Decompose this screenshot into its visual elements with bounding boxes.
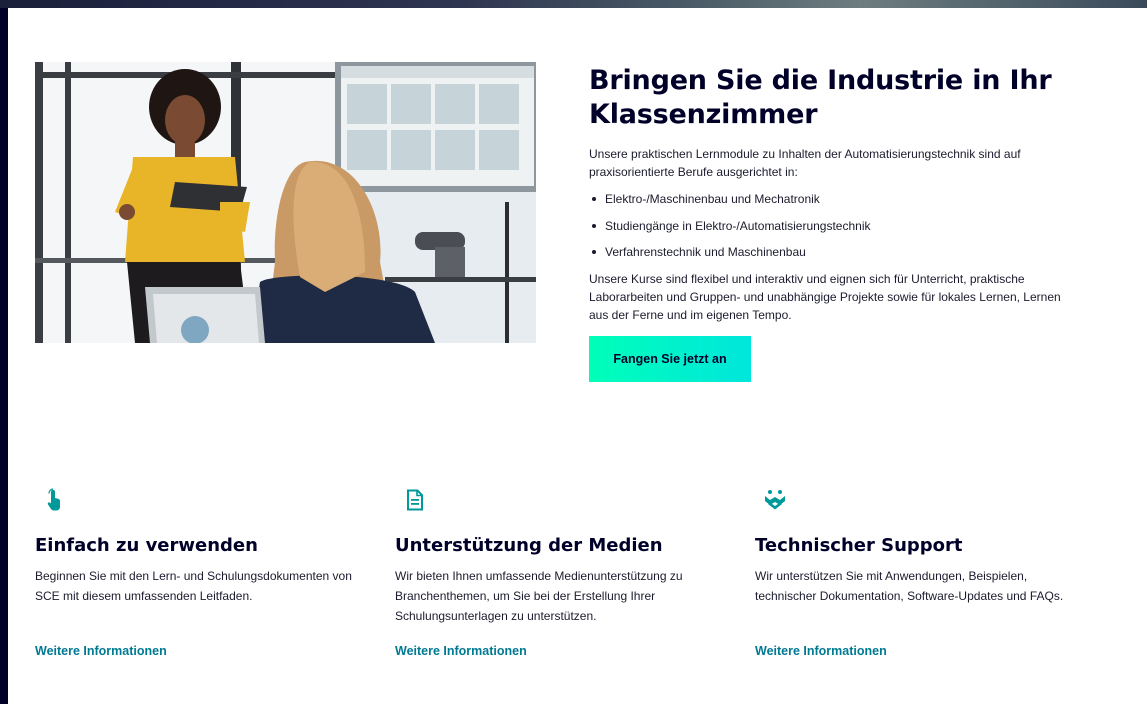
feature-technical-support: Technischer Support Wir unterstützen Sie… [755, 488, 1085, 658]
more-info-link[interactable]: Weitere Informationen [755, 644, 887, 658]
hero-title: Bringen Sie die Industrie in Ihr Klassen… [589, 65, 1052, 130]
hero-outro: Unsere Kurse sind flexibel und interakti… [589, 271, 1061, 322]
content-panel: Bringen Sie die Industrie in Ihr Klassen… [8, 8, 1147, 704]
classroom-photo [35, 62, 536, 343]
get-started-button[interactable]: Fangen Sie jetzt an [589, 335, 751, 382]
document-icon [407, 489, 423, 511]
feature-description: Wir bieten Ihnen umfassende Medienunters… [395, 569, 683, 623]
list-item: Elektro-/Maschinenbau und Mechatronik [589, 190, 1089, 208]
hero-bullet-list: Elektro-/Maschinenbau und Mechatronik St… [589, 190, 1089, 261]
more-info-link[interactable]: Weitere Informationen [395, 644, 527, 658]
list-item: Verfahrenstechnik und Maschinenbau [589, 243, 1089, 261]
feature-title: Einfach zu verwenden [35, 535, 258, 556]
feature-description: Wir unterstützen Sie mit Anwendungen, Be… [755, 569, 1064, 603]
top-image-strip [0, 0, 1147, 8]
touch-hand-icon [47, 488, 60, 511]
feature-title: Technischer Support [755, 535, 963, 556]
feature-title: Unterstützung der Medien [395, 535, 663, 556]
support-hands-icon [765, 490, 785, 510]
hero-intro: Unsere praktischen Lernmodule zu Inhalte… [589, 147, 1021, 179]
feature-media-support: Unterstützung der Medien Wir bieten Ihne… [395, 488, 725, 658]
hero-image [35, 62, 536, 343]
more-info-link[interactable]: Weitere Informationen [35, 644, 167, 658]
feature-easy-to-use: Einfach zu verwenden Beginnen Sie mit de… [35, 488, 365, 658]
hero-text-block: Bringen Sie die Industrie in Ihr Klassen… [589, 64, 1089, 382]
feature-description: Beginnen Sie mit den Lern- und Schulungs… [35, 569, 352, 603]
list-item: Studiengänge in Elektro-/Automatisierung… [589, 217, 1089, 235]
